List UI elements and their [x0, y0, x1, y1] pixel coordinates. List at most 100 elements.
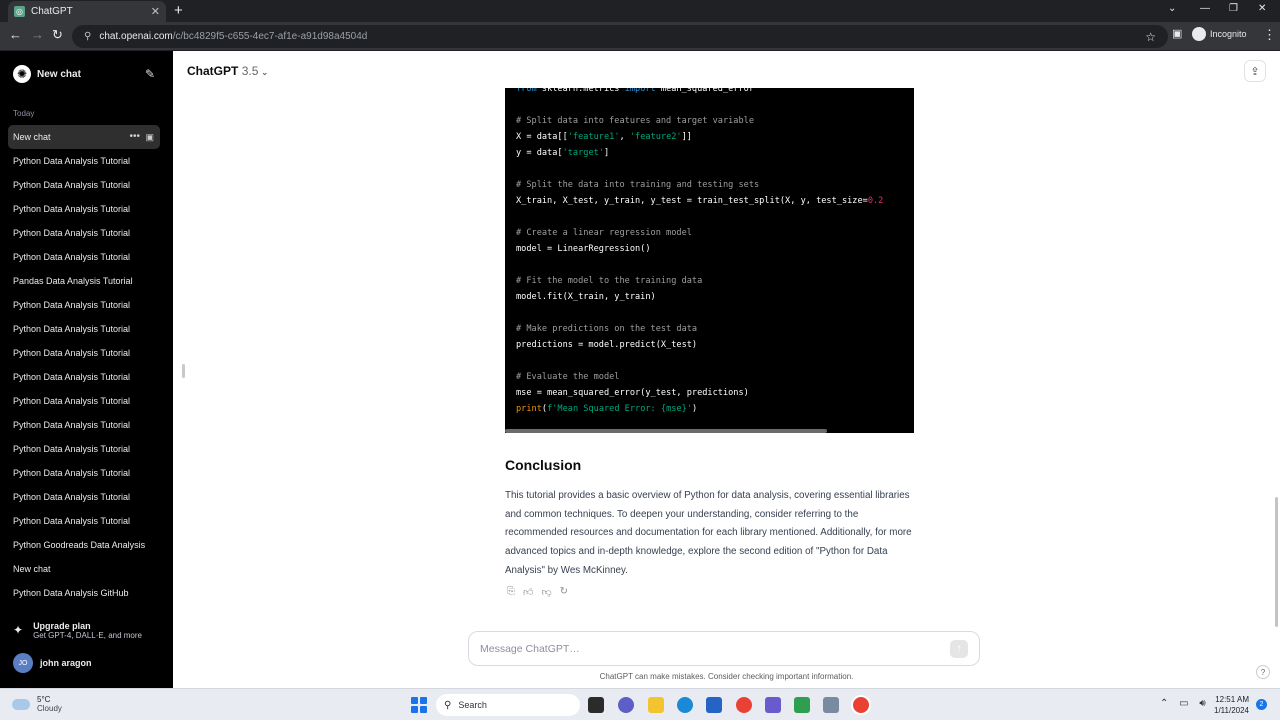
model-selector[interactable]: ChatGPT 3.5 ⌄ [187, 64, 268, 78]
regenerate-icon[interactable]: ↻ [560, 586, 568, 598]
sidebar-toggle-handle[interactable] [182, 364, 185, 378]
thumbs-up-icon[interactable]: 👍︎ [523, 586, 533, 598]
weather-condition: Cloudy [37, 704, 62, 713]
chevron-down-icon: ⌄ [261, 68, 269, 77]
store-icon[interactable] [706, 697, 722, 713]
sidebar-chat-item[interactable]: New chat ••• ▣ [8, 125, 160, 149]
weather-widget[interactable]: 5°C Cloudy [12, 695, 62, 713]
more-options-icon[interactable]: ••• [129, 125, 140, 149]
chat-item-label: Python Data Analysis Tutorial [13, 372, 131, 382]
upgrade-title: Upgrade plan [33, 621, 91, 631]
section-today-label: Today [13, 109, 35, 118]
code-line: # Split data into features and target va… [516, 116, 754, 126]
user-menu-button[interactable]: JO john aragon [13, 653, 92, 673]
copy-icon[interactable]: ⎘ [507, 586, 515, 598]
chat-item-label: Python Data Analysis GitHub [13, 588, 129, 598]
sidebar-chat-item[interactable]: Python Goodreads Data Analysis [8, 533, 160, 557]
file-explorer-icon[interactable] [648, 697, 664, 713]
sidebar-chat-item[interactable]: Python Data Analysis Tutorial [8, 485, 160, 509]
sidebar-chat-item[interactable]: Python Data Analysis Tutorial [8, 197, 160, 221]
arrow-up-icon: ↑ [956, 643, 962, 654]
spreadsheet-icon[interactable] [794, 697, 810, 713]
sidebar-chat-item[interactable]: Pandas Data Analysis Tutorial [8, 269, 160, 293]
tab-search-icon[interactable]: ⌄ [1168, 3, 1176, 14]
notification-icon[interactable]: 2 [1256, 699, 1267, 710]
code-horizontal-scrollbar[interactable] [505, 429, 827, 433]
page-scrollbar[interactable] [1275, 497, 1278, 627]
reload-icon[interactable]: ↻ [52, 27, 63, 43]
message-actions: ⎘ 👍︎ 👎︎ ↻ [507, 586, 568, 598]
sidebar-chat-item[interactable]: New chat [8, 557, 160, 581]
task-view-icon[interactable] [588, 697, 604, 713]
url-host: chat.openai.com [99, 31, 173, 42]
browser-menu-icon[interactable]: ⋮ [1263, 27, 1276, 43]
upgrade-plan-button[interactable]: ✦ Upgrade plan Get GPT-4, DALL·E, and mo… [13, 621, 142, 640]
code-block[interactable]: from sklearn.metrics import mean_squared… [505, 88, 914, 433]
help-button[interactable]: ? [1256, 665, 1270, 679]
sidebar-chat-item[interactable]: Python Data Analysis Tutorial [8, 365, 160, 389]
sidebar-chat-item[interactable]: Python Data Analysis Tutorial [8, 293, 160, 317]
system-tray-icons[interactable]: ⌃ ▭ 🔊︎ [1160, 698, 1210, 709]
close-tab-icon[interactable]: ✕ [151, 5, 160, 18]
archive-icon[interactable]: ▣ [145, 125, 154, 149]
code-line: model = LinearRegression() [516, 244, 651, 254]
close-window-icon[interactable]: ✕ [1258, 3, 1266, 14]
side-panel-icon[interactable]: ▣ [1172, 27, 1182, 40]
chat-history-list: New chat ••• ▣ Python Data Analysis Tutoria… [8, 125, 160, 605]
new-chat-button[interactable]: ✺ New chat ✎ [8, 61, 160, 87]
incognito-indicator[interactable]: Incognito [1192, 27, 1247, 41]
new-chat-label: New chat [37, 68, 81, 80]
sidebar-chat-item[interactable]: Python Data Analysis Tutorial [8, 509, 160, 533]
sidebar-chat-item[interactable]: Python Data Analysis Tutorial [8, 389, 160, 413]
send-button[interactable]: ↑ [950, 639, 968, 658]
edge-icon[interactable] [677, 697, 693, 713]
new-tab-icon[interactable]: + [174, 2, 183, 19]
code-line: y = data['target'] [516, 148, 610, 158]
code-line: # Split the data into training and testi… [516, 180, 760, 190]
sidebar-chat-item[interactable]: Python Data Analysis Tutorial [8, 317, 160, 341]
sidebar-chat-item[interactable]: Python Data Analysis Tutorial [8, 341, 160, 365]
bookmark-star-icon[interactable]: ☆ [1145, 30, 1156, 44]
code-line: # Create a linear regression model [516, 228, 692, 238]
chrome-active-icon[interactable] [853, 697, 869, 713]
model-version: 3.5 [241, 64, 259, 78]
sidebar-chat-item[interactable]: Python Data Analysis Tutorial [8, 149, 160, 173]
sidebar-chat-item[interactable]: Python Data Analysis Tutorial [8, 461, 160, 485]
minimize-icon[interactable]: — [1200, 3, 1210, 14]
date: 1/11/2024 [1214, 706, 1249, 715]
restore-icon[interactable]: ❐ [1229, 3, 1238, 14]
share-button[interactable]: ⇪ [1244, 60, 1266, 82]
windows-start-icon[interactable] [411, 697, 427, 713]
browser-tab[interactable]: ◎ ChatGPT ✕ [8, 1, 166, 22]
clock[interactable]: 12:51 AM 1/11/2024 [1213, 694, 1249, 716]
avatar: JO [13, 653, 33, 673]
sidebar-chat-item[interactable]: Python Data Analysis GitHub [8, 581, 160, 605]
edit-icon[interactable]: ✎ [145, 67, 155, 81]
taskbar-search[interactable]: ⚲ Search [436, 694, 580, 716]
chat-item-label: New chat [13, 132, 51, 142]
back-icon[interactable]: ← [9, 27, 22, 42]
chat-item-label: Python Data Analysis Tutorial [13, 492, 131, 502]
message-input[interactable] [480, 642, 950, 655]
editor-icon[interactable] [823, 697, 839, 713]
app-icon[interactable] [765, 697, 781, 713]
url-bar[interactable]: ⚲ chat.openai.com/c/bc4829f5-c655-4ec7-a… [72, 25, 1168, 48]
sidebar-chat-item[interactable]: Python Data Analysis Tutorial [8, 437, 160, 461]
sidebar: ✺ New chat ✎ Today New chat ••• ▣ Python Da… [0, 51, 173, 688]
chrome-icon[interactable] [736, 697, 752, 713]
chat-item-label: Python Data Analysis Tutorial [13, 468, 131, 478]
sidebar-chat-item[interactable]: Python Data Analysis Tutorial [8, 221, 160, 245]
code-line: mse = mean_squared_error(y_test, predict… [516, 388, 749, 398]
forward-icon[interactable]: → [31, 27, 44, 42]
sidebar-chat-item[interactable]: Python Data Analysis Tutorial [8, 173, 160, 197]
sidebar-chat-item[interactable]: Python Data Analysis Tutorial [8, 245, 160, 269]
site-info-icon[interactable]: ⚲ [84, 31, 91, 42]
chat-app-icon[interactable] [618, 697, 634, 713]
chat-item-label: Python Data Analysis Tutorial [13, 396, 131, 406]
windows-taskbar: 5°C Cloudy ⚲ Search ⌃ ▭ 🔊︎ 12:51 AM 1/11… [0, 688, 1280, 720]
chat-item-label: Python Data Analysis Tutorial [13, 324, 131, 334]
sidebar-chat-item[interactable]: Python Data Analysis Tutorial [8, 413, 160, 437]
chat-item-label: Python Data Analysis Tutorial [13, 180, 131, 190]
thumbs-down-icon[interactable]: 👎︎ [541, 586, 551, 598]
chat-item-label: Python Data Analysis Tutorial [13, 228, 131, 238]
